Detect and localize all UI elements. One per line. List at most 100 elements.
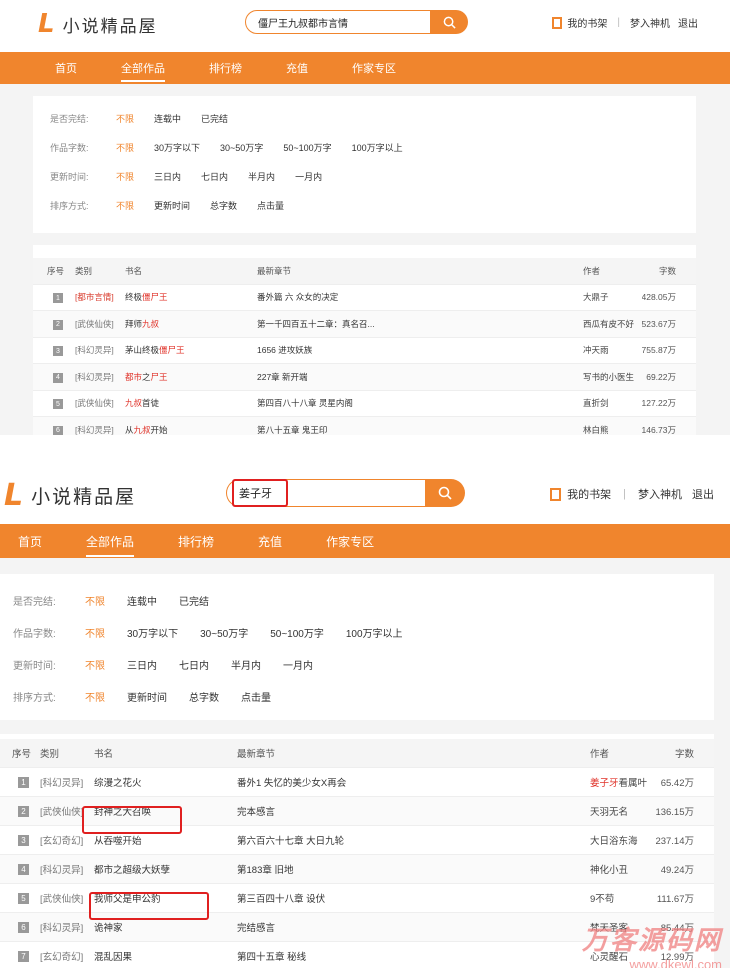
book-title-link[interactable]: 茅山终极僵尸王	[125, 344, 185, 356]
search-button[interactable]	[425, 479, 465, 507]
author-link[interactable]: 林白熊	[583, 424, 609, 435]
book-title-link[interactable]: 从九叔开始	[125, 424, 168, 435]
author-link[interactable]: 大鼎子	[583, 291, 609, 303]
bookshelf-link[interactable]: 我的书架	[567, 486, 611, 502]
latest-chapter-link[interactable]: 第183章 旧地	[237, 862, 294, 876]
latest-chapter-link[interactable]: 第四十五章 秘线	[237, 949, 306, 963]
filter-option[interactable]: 50~100万字	[270, 625, 324, 640]
filter-option[interactable]: 三日内	[154, 170, 181, 183]
filter-option[interactable]: 一月内	[283, 657, 313, 672]
username-link[interactable]: 梦入神机	[638, 486, 682, 502]
nav-recharge[interactable]: 充值	[258, 533, 282, 550]
nav-recharge[interactable]: 充值	[286, 60, 308, 76]
author-link[interactable]: 大日浴东海	[590, 833, 638, 847]
author-link[interactable]: 神化小丑	[590, 862, 628, 876]
filter-option[interactable]: 30万字以下	[154, 141, 200, 154]
filter-option[interactable]: 已完结	[179, 593, 209, 608]
latest-chapter-link[interactable]: 番外1 失忆的美少女X再会	[237, 775, 346, 789]
filter-option[interactable]: 已完结	[201, 112, 228, 125]
filter-option[interactable]: 不限	[85, 689, 105, 704]
search-button[interactable]	[430, 10, 468, 34]
category-link[interactable]: [科幻灵异]	[75, 424, 114, 435]
latest-chapter-link[interactable]: 第三百四十八章 设伏	[237, 891, 325, 905]
book-title-link[interactable]: 混乱因果	[94, 949, 132, 963]
nav-author-zone[interactable]: 作家专区	[352, 60, 396, 76]
nav-all-works[interactable]: 全部作品	[121, 60, 165, 82]
filter-option[interactable]: 不限	[116, 170, 134, 183]
filter-option[interactable]: 更新时间	[127, 689, 167, 704]
filter-option[interactable]: 点击量	[241, 689, 271, 704]
category-link[interactable]: [都市言情]	[75, 291, 114, 303]
filter-option[interactable]: 半月内	[248, 170, 275, 183]
filter-option[interactable]: 一月内	[295, 170, 322, 183]
book-title-link[interactable]: 从吞噬开始	[94, 833, 142, 847]
book-title-link[interactable]: 综漫之花火	[94, 775, 142, 789]
author-link[interactable]: 天羽无名	[590, 804, 628, 818]
category-link[interactable]: [科幻灵异]	[40, 920, 83, 934]
latest-chapter-link[interactable]: 完结感言	[237, 920, 275, 934]
filter-option[interactable]: 总字数	[189, 689, 219, 704]
filter-option[interactable]: 七日内	[179, 657, 209, 672]
category-link[interactable]: [科幻灵异]	[40, 775, 83, 789]
filter-option[interactable]: 不限	[116, 141, 134, 154]
filter-option[interactable]: 30万字以下	[127, 625, 178, 640]
logout-link[interactable]: 退出	[692, 486, 714, 502]
author-link[interactable]: 冲天雨	[583, 344, 609, 356]
logo[interactable]: L 小说精品屋	[4, 478, 136, 513]
logo[interactable]: L 小说精品屋	[38, 9, 158, 39]
bookshelf-link[interactable]: 我的书架	[567, 15, 607, 30]
filter-option[interactable]: 连载中	[127, 593, 157, 608]
filter-option[interactable]: 50~100万字	[283, 141, 331, 154]
latest-chapter-link[interactable]: 第六百六十七章 大日九轮	[237, 833, 344, 847]
category-link[interactable]: [科幻灵异]	[75, 371, 114, 383]
author-link[interactable]: 直折剑	[583, 397, 609, 409]
nav-home[interactable]: 首页	[18, 533, 42, 550]
filter-option[interactable]: 100万字以上	[352, 141, 403, 154]
username-link[interactable]: 梦入神机	[630, 15, 670, 30]
author-link[interactable]: 写书的小医生	[583, 371, 634, 383]
category-link[interactable]: [武侠仙侠]	[75, 318, 114, 330]
book-title-link[interactable]: 拜师九叔	[125, 318, 159, 330]
nav-author-zone[interactable]: 作家专区	[326, 533, 374, 550]
author-link[interactable]: 9不苟	[590, 891, 614, 905]
book-title-link[interactable]: 都市之尸王	[125, 371, 168, 383]
book-title-link[interactable]: 九叔首徒	[125, 397, 159, 409]
logout-link[interactable]: 退出	[678, 15, 698, 30]
latest-chapter-link[interactable]: 番外篇 六 众女的决定	[257, 291, 338, 303]
latest-chapter-link[interactable]: 227章 新开端	[257, 371, 308, 383]
filter-option[interactable]: 总字数	[210, 199, 237, 212]
filter-option[interactable]: 30~50万字	[220, 141, 263, 154]
filter-option[interactable]: 连载中	[154, 112, 181, 125]
author-link[interactable]: 姜子牙看属叶	[590, 775, 647, 789]
filter-option[interactable]: 100万字以上	[346, 625, 403, 640]
nav-ranking[interactable]: 排行榜	[178, 533, 214, 550]
filter-option[interactable]: 半月内	[231, 657, 261, 672]
category-link[interactable]: [玄幻奇幻]	[40, 833, 83, 847]
filter-option[interactable]: 30~50万字	[200, 625, 248, 640]
book-title-link[interactable]: 都市之超级大妖孽	[94, 862, 170, 876]
filter-option[interactable]: 不限	[85, 593, 105, 608]
book-title-link[interactable]: 终极僵尸王	[125, 291, 168, 303]
latest-chapter-link[interactable]: 第八十五章 鬼王印	[257, 424, 327, 435]
latest-chapter-link[interactable]: 第一千四百五十二章：真名召...	[257, 318, 375, 330]
latest-chapter-link[interactable]: 完本感言	[237, 804, 275, 818]
book-title-link[interactable]: 诡神家	[94, 920, 123, 934]
nav-home[interactable]: 首页	[55, 60, 77, 76]
filter-option[interactable]: 不限	[116, 199, 134, 212]
filter-option[interactable]: 更新时间	[154, 199, 190, 212]
filter-option[interactable]: 点击量	[257, 199, 284, 212]
category-link[interactable]: [科幻灵异]	[40, 862, 83, 876]
nav-ranking[interactable]: 排行榜	[209, 60, 242, 76]
filter-option[interactable]: 不限	[85, 625, 105, 640]
latest-chapter-link[interactable]: 1656 进攻妖族	[257, 344, 312, 356]
latest-chapter-link[interactable]: 第四百八十八章 灵星内阁	[257, 397, 353, 409]
nav-all-works[interactable]: 全部作品	[86, 533, 135, 557]
author-link[interactable]: 西瓜有皮不好	[583, 318, 634, 330]
category-link[interactable]: [武侠仙侠]	[40, 891, 83, 905]
search-input[interactable]: 僵尸王九叔都市言情	[245, 10, 430, 34]
filter-option[interactable]: 三日内	[127, 657, 157, 672]
category-link[interactable]: [武侠仙侠]	[75, 397, 114, 409]
filter-option[interactable]: 不限	[116, 112, 134, 125]
category-link[interactable]: [科幻灵异]	[75, 344, 114, 356]
filter-option[interactable]: 不限	[85, 657, 105, 672]
